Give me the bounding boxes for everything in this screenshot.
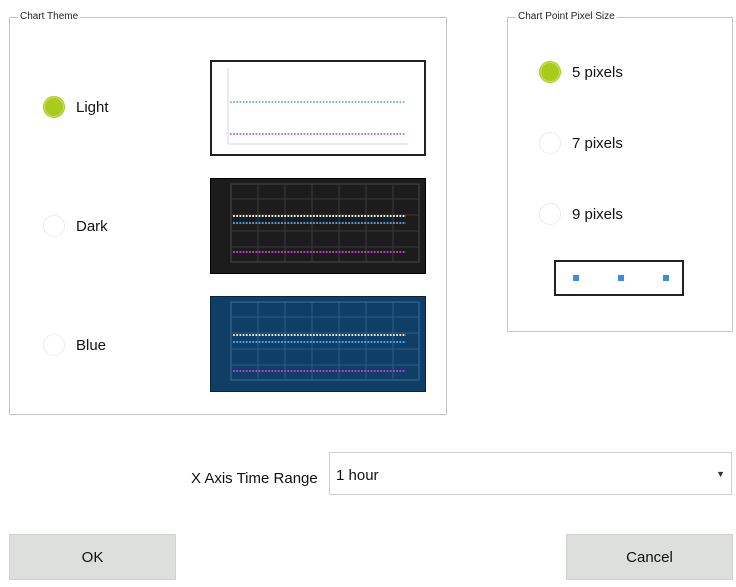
preview-point bbox=[573, 275, 579, 281]
point-size-title: Chart Point Pixel Size bbox=[516, 10, 617, 24]
point-size-9-option[interactable]: 9 pixels bbox=[539, 203, 623, 225]
point-size-9-radio[interactable] bbox=[539, 203, 561, 225]
theme-dark-label: Dark bbox=[76, 217, 108, 235]
theme-light-radio[interactable] bbox=[43, 96, 65, 118]
chart-theme-title: Chart Theme bbox=[18, 10, 81, 24]
preview-point bbox=[618, 275, 624, 281]
preview-point bbox=[663, 275, 669, 281]
theme-blue-option[interactable]: Blue bbox=[43, 334, 106, 356]
theme-blue-radio[interactable] bbox=[43, 334, 65, 356]
point-size-9-label: 9 pixels bbox=[572, 205, 623, 223]
x-axis-time-range-select[interactable]: 1 hour ▼ bbox=[329, 452, 732, 495]
theme-dark-radio[interactable] bbox=[43, 215, 65, 237]
point-size-7-radio[interactable] bbox=[539, 132, 561, 154]
cancel-button[interactable]: Cancel bbox=[566, 534, 733, 580]
dark-theme-preview bbox=[210, 178, 426, 274]
point-size-5-label: 5 pixels bbox=[572, 63, 623, 81]
light-theme-preview bbox=[210, 60, 426, 156]
theme-light-option[interactable]: Light bbox=[43, 96, 109, 118]
point-size-7-option[interactable]: 7 pixels bbox=[539, 132, 623, 154]
ok-button[interactable]: OK bbox=[9, 534, 176, 580]
theme-dark-option[interactable]: Dark bbox=[43, 215, 108, 237]
point-size-5-option[interactable]: 5 pixels bbox=[539, 61, 623, 83]
point-size-5-radio[interactable] bbox=[539, 61, 561, 83]
blue-theme-preview bbox=[210, 296, 426, 392]
x-axis-time-range-value: 1 hour bbox=[336, 467, 379, 484]
x-axis-time-range-label: X Axis Time Range bbox=[191, 470, 318, 487]
theme-light-label: Light bbox=[76, 98, 109, 116]
theme-blue-label: Blue bbox=[76, 336, 107, 354]
point-size-7-label: 7 pixels bbox=[572, 134, 623, 152]
chevron-down-icon[interactable]: ▼ bbox=[716, 469, 725, 479]
point-size-preview bbox=[554, 260, 684, 296]
